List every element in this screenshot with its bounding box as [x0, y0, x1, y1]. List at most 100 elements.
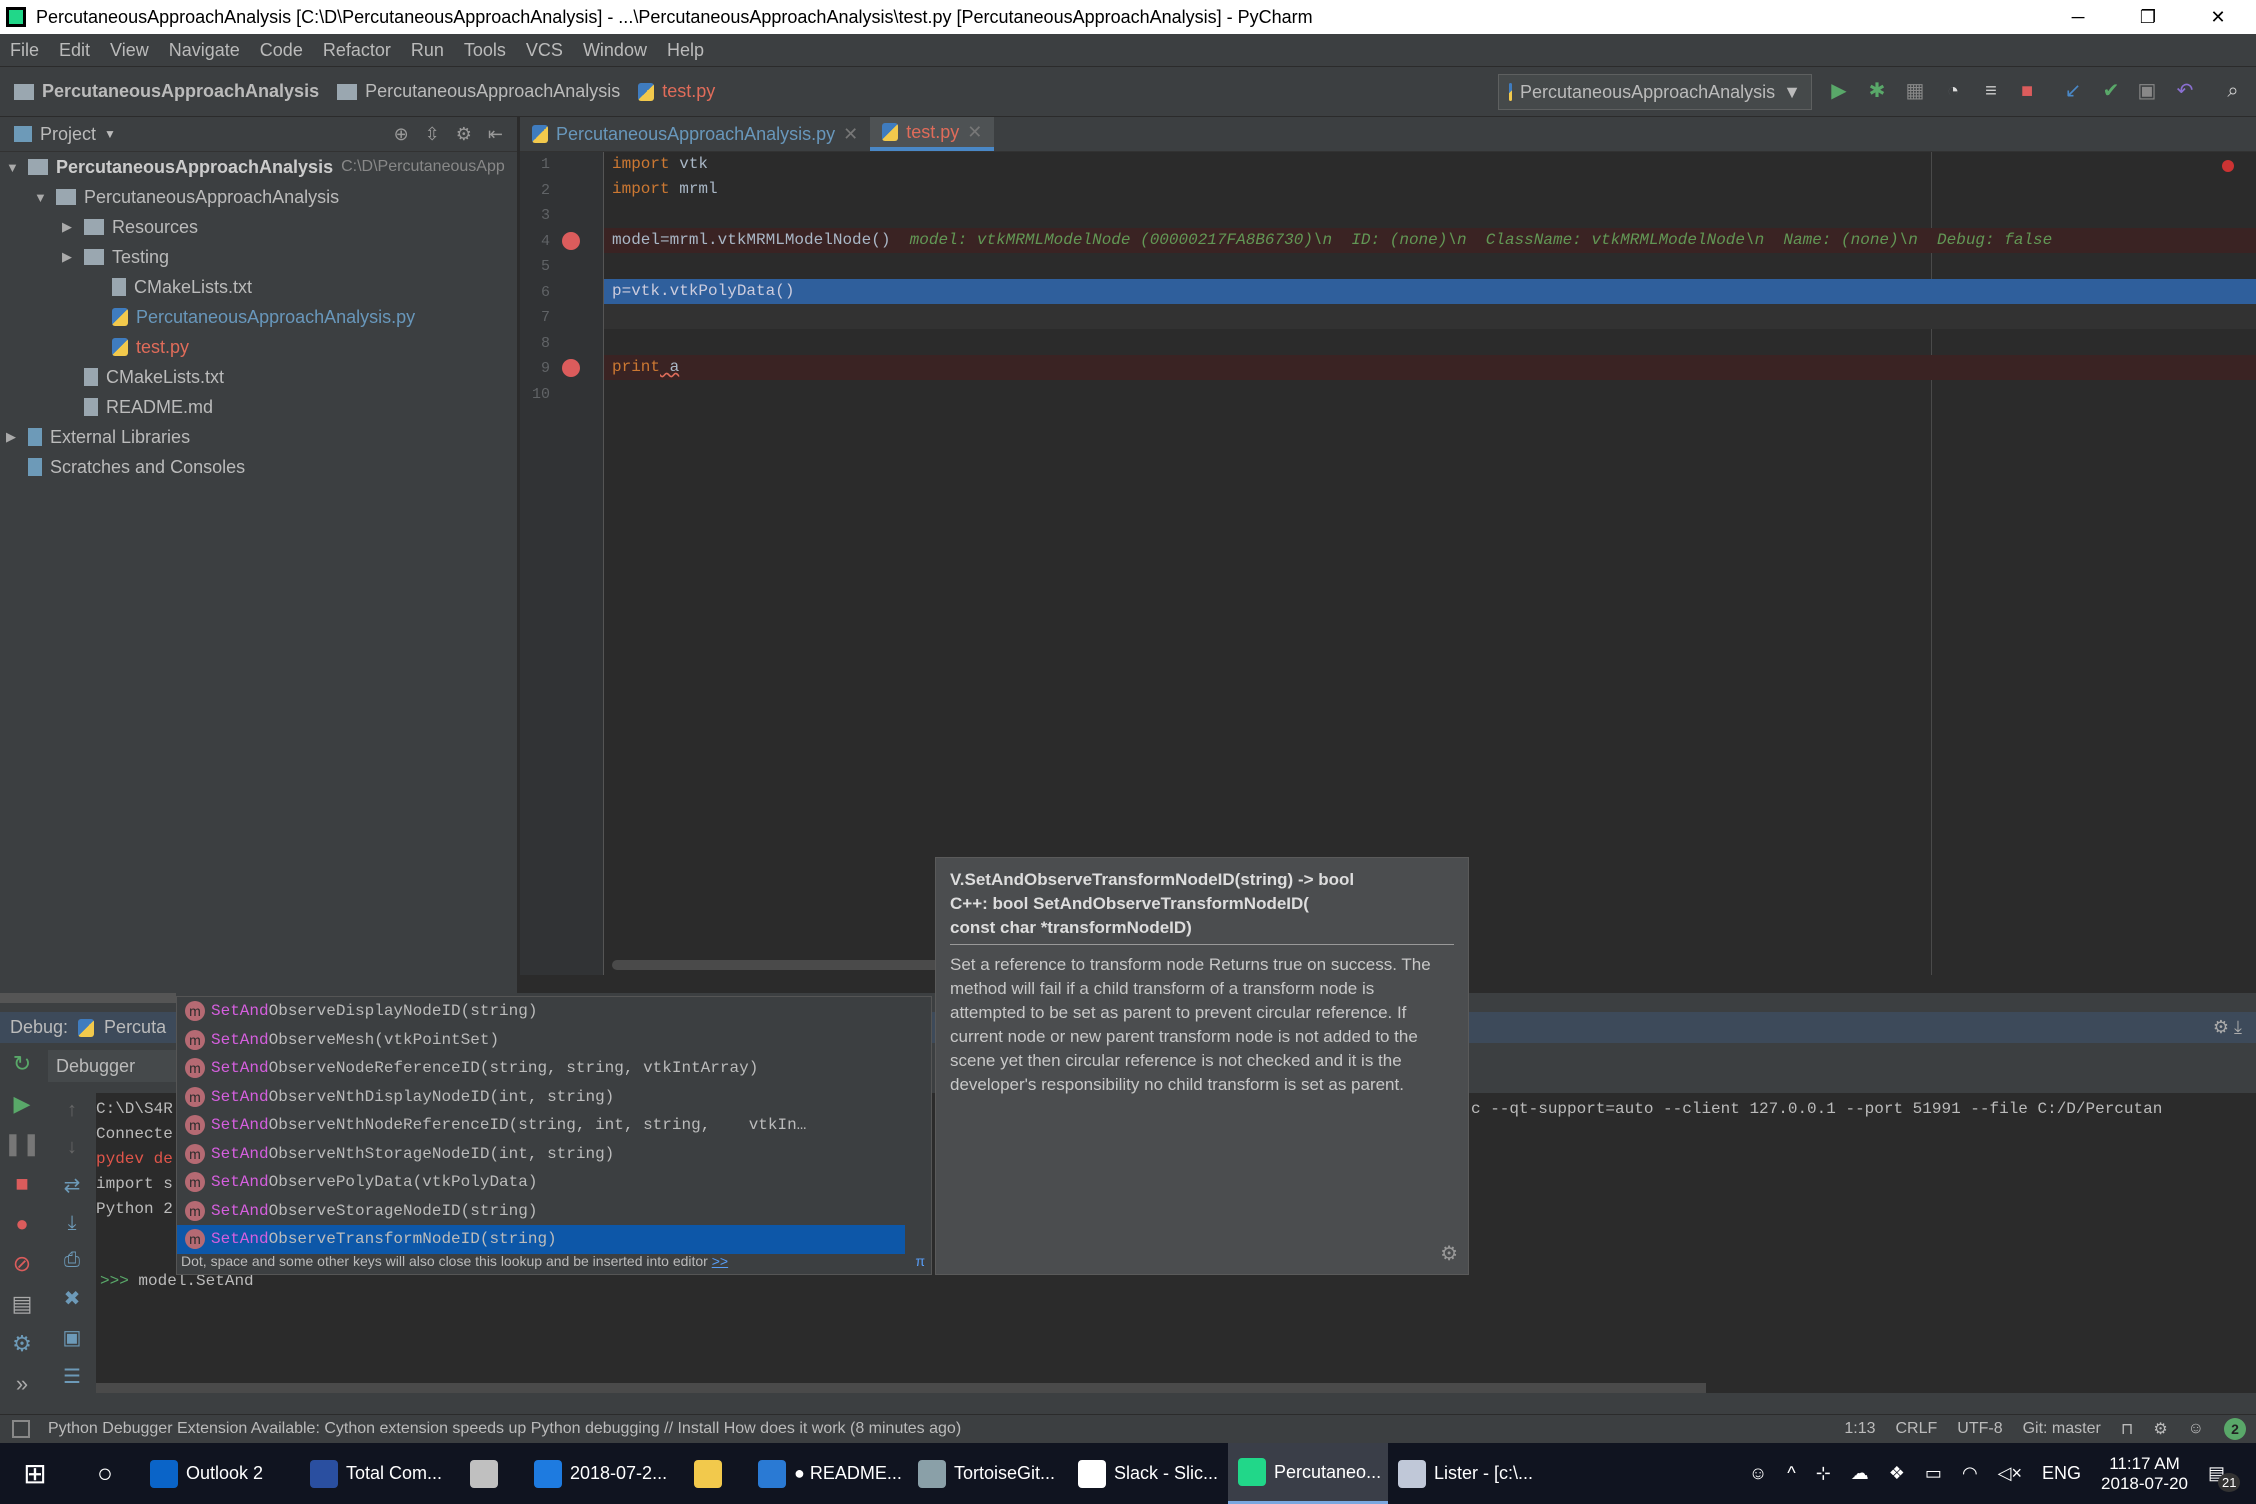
collapse-icon[interactable]: ⇳ [425, 124, 440, 145]
taskbar-app[interactable] [460, 1443, 524, 1504]
completion-more-link[interactable]: >> [712, 1253, 728, 1269]
taskbar-app[interactable]: Lister - [c:\... [1388, 1443, 1548, 1504]
menu-navigate[interactable]: Navigate [169, 40, 240, 61]
tree-root[interactable]: ▼ PercutaneousApproachAnalysis C:\D\Perc… [0, 152, 517, 182]
minimize-button[interactable]: ─ [2046, 0, 2110, 34]
taskbar-app[interactable]: TortoiseGit... [908, 1443, 1068, 1504]
onedrive-icon[interactable]: ☁ [1851, 1463, 1869, 1484]
lock-icon[interactable]: ⊓ [2121, 1419, 2133, 1439]
expand-arrow-icon[interactable]: ▼ [34, 190, 48, 205]
locate-icon[interactable]: ⊕ [394, 124, 409, 145]
breadcrumb-project[interactable]: PercutaneousApproachAnalysis [14, 81, 319, 102]
console-scrollbar[interactable] [96, 1383, 1706, 1393]
cortana-icon[interactable]: ○ [70, 1458, 140, 1489]
splitter[interactable] [0, 993, 176, 1003]
clear-icon[interactable]: ✖ [64, 1286, 81, 1311]
completion-item[interactable]: m SetAndObserveNthStorageNodeID(int, stri… [177, 1140, 931, 1169]
hector-icon[interactable]: ☺ [2188, 1420, 2204, 1438]
close-button[interactable]: ✕ [2186, 0, 2250, 34]
taskbar-app[interactable]: 2018-07-2... [524, 1443, 684, 1504]
console-icon[interactable]: ▣ [63, 1325, 82, 1350]
mute-breakpoints-icon[interactable]: ⊘ [13, 1251, 31, 1277]
stop-icon[interactable]: ■ [2014, 78, 2040, 104]
tree-item[interactable]: test.py [0, 332, 517, 362]
vcs-update-icon[interactable]: ↙ [2060, 78, 2086, 104]
taskbar-app[interactable]: Slack - Slic... [1068, 1443, 1228, 1504]
breadcrumb-folder[interactable]: PercutaneousApproachAnalysis [337, 81, 620, 102]
expand-arrow-icon[interactable]: ▶ [6, 429, 20, 445]
coverage-icon[interactable]: ▦ [1902, 78, 1928, 104]
layout-icon[interactable]: ▤ [12, 1291, 33, 1317]
vcs-history-icon[interactable]: ▣ [2134, 78, 2160, 104]
tree-item[interactable]: CMakeLists.txt [0, 272, 517, 302]
taskbar-app[interactable]: ● README... [748, 1443, 908, 1504]
print-icon[interactable]: ⎙ [64, 1249, 80, 1272]
caret-position[interactable]: 1:13 [1844, 1420, 1875, 1438]
event-log-badge[interactable]: 2 [2224, 1418, 2246, 1440]
gear-icon[interactable]: ⚙ [456, 124, 472, 145]
menu-edit[interactable]: Edit [59, 40, 90, 61]
debug-icon[interactable]: ✱ [1864, 78, 1890, 104]
project-view-select[interactable]: Project [40, 124, 96, 145]
menu-view[interactable]: View [110, 40, 149, 61]
people-icon[interactable]: ☺ [1749, 1463, 1767, 1484]
stop-icon[interactable]: ■ [15, 1171, 28, 1197]
run-icon[interactable]: ▶ [1826, 78, 1852, 104]
gear-icon[interactable]: ⚙ [1440, 1242, 1458, 1266]
settings-icon[interactable]: ⚙ [12, 1331, 32, 1357]
error-indicator-icon[interactable] [2222, 160, 2234, 172]
language-indicator[interactable]: ENG [2042, 1463, 2081, 1484]
dropbox-icon[interactable]: ❖ [1889, 1463, 1905, 1484]
pin-icon[interactable]: π [915, 1253, 925, 1269]
windows-start-icon[interactable]: ⊞ [0, 1457, 70, 1490]
profile-icon[interactable]: ◔ [1940, 78, 1966, 104]
close-tab-icon[interactable]: ✕ [843, 124, 858, 145]
breakpoint-icon[interactable] [562, 359, 580, 377]
completion-item[interactable]: m SetAndObservePolyData(vtkPolyData) [177, 1168, 931, 1197]
gear-icon[interactable]: ⚙ ⤓ [2213, 1017, 2256, 1038]
scroll-to-end-icon[interactable]: ⤓ [68, 1212, 77, 1235]
restore-button[interactable]: ❐ [2116, 0, 2180, 34]
menu-refactor[interactable]: Refactor [323, 40, 391, 61]
menu-file[interactable]: File [10, 40, 39, 61]
tree-item[interactable]: ▼ PercutaneousApproachAnalysis [0, 182, 517, 212]
pause-icon[interactable]: ❚❚ [4, 1131, 41, 1157]
completion-item[interactable]: m SetAndObserveDisplayNodeID(string) [177, 997, 931, 1026]
taskbar-app[interactable]: Total Com... [300, 1443, 460, 1504]
volume-muted-icon[interactable]: ◁× [1998, 1463, 2022, 1484]
menu-run[interactable]: Run [411, 40, 444, 61]
wifi-icon[interactable]: ◠ [1962, 1463, 1978, 1484]
up-arrow-icon[interactable]: ↑ [67, 1099, 77, 1122]
code-editor[interactable]: 1 2 3 4 5 6 7 8 9 10 import vtk import mrml model… [520, 152, 2256, 975]
clock[interactable]: 11:17 AM 2018-07-20 [2101, 1454, 2188, 1494]
concurrency-icon[interactable]: ≡ [1978, 78, 2004, 104]
taskbar-app[interactable]: Outlook 2 [140, 1443, 300, 1504]
expand-arrow-icon[interactable]: ▶ [62, 219, 76, 235]
tree-item[interactable]: PercutaneousApproachAnalysis.py [0, 302, 517, 332]
down-arrow-icon[interactable]: ↓ [67, 1136, 77, 1159]
tree-item[interactable]: README.md [0, 392, 517, 422]
soft-wrap-icon[interactable]: ⇄ [64, 1173, 81, 1198]
tree-item[interactable]: ▶ Resources [0, 212, 517, 242]
search-icon[interactable]: ⌕ [2220, 78, 2246, 104]
taskbar-app[interactable] [684, 1443, 748, 1504]
tab-percutaneous-py[interactable]: PercutaneousApproachAnalysis.py ✕ [520, 117, 870, 151]
status-message[interactable]: Python Debugger Extension Available: Cyt… [48, 1420, 961, 1438]
line-separator[interactable]: CRLF [1895, 1420, 1937, 1438]
network-share-icon[interactable]: ⊹ [1816, 1463, 1831, 1484]
menu-help[interactable]: Help [667, 40, 704, 61]
hide-icon[interactable]: ⇤ [488, 124, 503, 145]
completion-item[interactable]: m SetAndObserveNthDisplayNodeID(int, stri… [177, 1083, 931, 1112]
tree-item[interactable]: ▶ External Libraries [0, 422, 517, 452]
tree-item[interactable]: CMakeLists.txt [0, 362, 517, 392]
view-breakpoints-icon[interactable]: ● [15, 1211, 28, 1237]
completion-item[interactable]: m SetAndObserveNthNodeReferenceID(string,… [177, 1111, 931, 1140]
close-tab-icon[interactable]: ✕ [967, 122, 982, 143]
rerun-icon[interactable]: ↻ [13, 1051, 31, 1077]
menu-tools[interactable]: Tools [464, 40, 506, 61]
revert-icon[interactable]: ↶ [2172, 78, 2198, 104]
expand-arrow-icon[interactable]: ▶ [62, 249, 76, 265]
debug-session-tab[interactable]: Percuta [104, 1017, 166, 1038]
breadcrumb-file[interactable]: test.py [638, 81, 715, 102]
file-encoding[interactable]: UTF-8 [1957, 1420, 2002, 1438]
